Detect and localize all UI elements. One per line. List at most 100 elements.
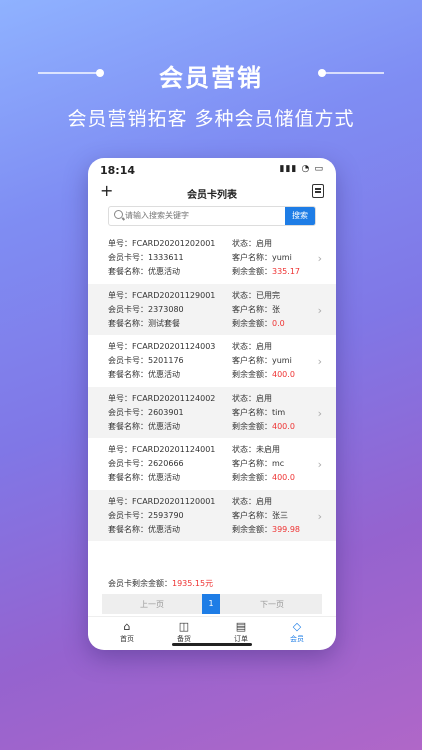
order-no: FCARD20201124002 (132, 393, 216, 403)
balance-value: 335.17 (272, 267, 300, 276)
order-no: FCARD20201124001 (132, 445, 216, 454)
card-no-label: 会员卡号： (108, 407, 148, 417)
order-no: FCARD20201120001 (132, 496, 216, 506)
tab-stock-label: 备货 (177, 635, 191, 643)
home-indicator (172, 643, 252, 646)
card-no: 5201176 (148, 356, 184, 365)
status-bar: 18:14 ▮▮▮ ◔ ▭ (88, 158, 336, 182)
card-no-label: 会员卡号： (108, 304, 148, 314)
order-no-label: 单号： (108, 239, 132, 248)
next-page-button[interactable]: 下一页 (260, 599, 284, 610)
status-label: 状态： (232, 342, 256, 351)
chevron-right-icon: › (317, 509, 322, 523)
package-name: 优惠活动 (148, 370, 180, 379)
chevron-right-icon: › (317, 252, 322, 265)
tab-bar: ⌂ 首页 ◫ 备货 ▤ 订单 ◇ 会员 (88, 616, 336, 645)
status-value: 未启用 (256, 445, 280, 454)
clipboard-icon: ▤ (235, 620, 247, 633)
card-no-label: 会员卡号： (108, 510, 148, 520)
navbar: + 会员卡列表 (88, 182, 336, 202)
tab-stock[interactable]: ◫ 备货 (159, 620, 209, 644)
balance-label: 剩余金额： (232, 370, 272, 379)
customer-name: mc (272, 459, 285, 468)
status-value: 已用完 (256, 290, 280, 300)
customer-label: 客户名称： (232, 407, 272, 417)
prev-page-button[interactable]: 上一页 (140, 599, 164, 610)
status-icons: ▮▮▮ ◔ ▭ (279, 164, 324, 174)
box-icon: ◫ (178, 620, 190, 633)
tab-orders-label: 订单 (234, 635, 248, 643)
chevron-right-icon: › (317, 458, 322, 471)
balance-value: 400.0 (272, 473, 295, 482)
customer-name: yumi (272, 253, 292, 262)
status-label: 状态： (232, 393, 256, 403)
list-item[interactable]: 单号：FCARD20201202001 会员卡号：1333611 套餐名称：优惠… (88, 232, 336, 284)
customer-label: 客户名称： (232, 459, 272, 468)
hero-title: 会员营销 (159, 64, 263, 92)
chevron-right-icon: › (317, 406, 322, 420)
card-no: 2373080 (148, 304, 184, 314)
list-item[interactable]: 单号：FCARD20201120001 会员卡号：2593790 套餐名称：优惠… (88, 489, 336, 541)
hero-subtitle: 会员营销拓客 多种会员储值方式 (67, 108, 355, 130)
status-value: 启用 (256, 342, 272, 351)
order-no: FCARD20201124003 (132, 342, 216, 351)
status-label: 状态： (232, 290, 256, 300)
card-no: 1333611 (148, 253, 184, 262)
customer-label: 客户名称： (232, 356, 272, 365)
balance-label: 剩余金额： (232, 473, 272, 482)
balance-value: 400.0 (272, 370, 295, 379)
status-value: 启用 (256, 239, 272, 248)
package-name: 优惠活动 (148, 421, 180, 431)
card-no-label: 会员卡号： (108, 459, 148, 468)
order-no-label: 单号： (108, 342, 132, 351)
customer-name: tim (272, 407, 286, 417)
balance-label: 剩余金额： (232, 524, 272, 534)
summary-value: 1935.15元 (172, 579, 214, 588)
status-label: 状态： (232, 496, 256, 506)
customer-label: 客户名称： (232, 510, 272, 520)
current-page-button[interactable]: 1 (202, 594, 220, 614)
home-icon: ⌂ (123, 620, 131, 633)
balance-value: 0.0 (272, 318, 285, 328)
balance-value: 400.0 (272, 421, 295, 431)
card-no-label: 会员卡号： (108, 253, 148, 262)
balance-value: 399.98 (272, 524, 300, 534)
phone-screen: 18:14 ▮▮▮ ◔ ▭ + 会员卡列表 搜索 单号：FCARD2020120… (88, 158, 336, 650)
customer-name: 张三 (272, 510, 288, 520)
package-label: 套餐名称： (108, 267, 148, 276)
order-no-label: 单号： (108, 290, 132, 300)
card-no: 2593790 (148, 510, 184, 520)
search-box: 搜索 (108, 206, 316, 226)
order-no-label: 单号： (108, 445, 132, 454)
card-no: 2603901 (148, 407, 184, 417)
balance-label: 剩余金额： (232, 318, 272, 328)
package-name: 优惠活动 (148, 267, 180, 276)
summary-label: 会员卡剩余金额： (108, 579, 172, 588)
search-input[interactable] (125, 208, 275, 222)
order-no: FCARD20201202001 (132, 239, 216, 248)
page-title: 会员卡列表 (187, 190, 237, 201)
list-item[interactable]: 单号：FCARD20201124002 会员卡号：2603901 套餐名称：优惠… (88, 386, 336, 438)
status-label: 状态： (232, 445, 256, 454)
package-label: 套餐名称： (108, 473, 148, 482)
balance-summary: 会员卡剩余金额：1935.15元 (108, 578, 213, 589)
tab-members[interactable]: ◇ 会员 (272, 620, 322, 644)
diamond-icon: ◇ (292, 620, 302, 633)
list-item[interactable]: 单号：FCARD20201124003 会员卡号：5201176 套餐名称：优惠… (88, 335, 336, 387)
package-name: 测试套餐 (148, 318, 180, 328)
customer-label: 客户名称： (232, 304, 272, 314)
hero-deco-line-right (322, 72, 384, 74)
tab-home[interactable]: ⌂ 首页 (102, 620, 152, 644)
member-card-list: 单号：FCARD20201202001 会员卡号：1333611 套餐名称：优惠… (88, 232, 336, 541)
tab-orders[interactable]: ▤ 订单 (216, 620, 266, 644)
balance-label: 剩余金额： (232, 421, 272, 431)
status-value: 启用 (256, 393, 272, 403)
package-label: 套餐名称： (108, 318, 148, 328)
search-icon (114, 210, 123, 219)
list-item[interactable]: 单号：FCARD20201129001 会员卡号：2373080 套餐名称：测试… (88, 283, 336, 335)
chevron-right-icon: › (317, 355, 322, 368)
document-icon[interactable] (312, 184, 324, 198)
search-button[interactable]: 搜索 (285, 207, 315, 225)
list-item[interactable]: 单号：FCARD20201124001 会员卡号：2620666 套餐名称：优惠… (88, 438, 336, 490)
order-no-label: 单号： (108, 393, 132, 403)
